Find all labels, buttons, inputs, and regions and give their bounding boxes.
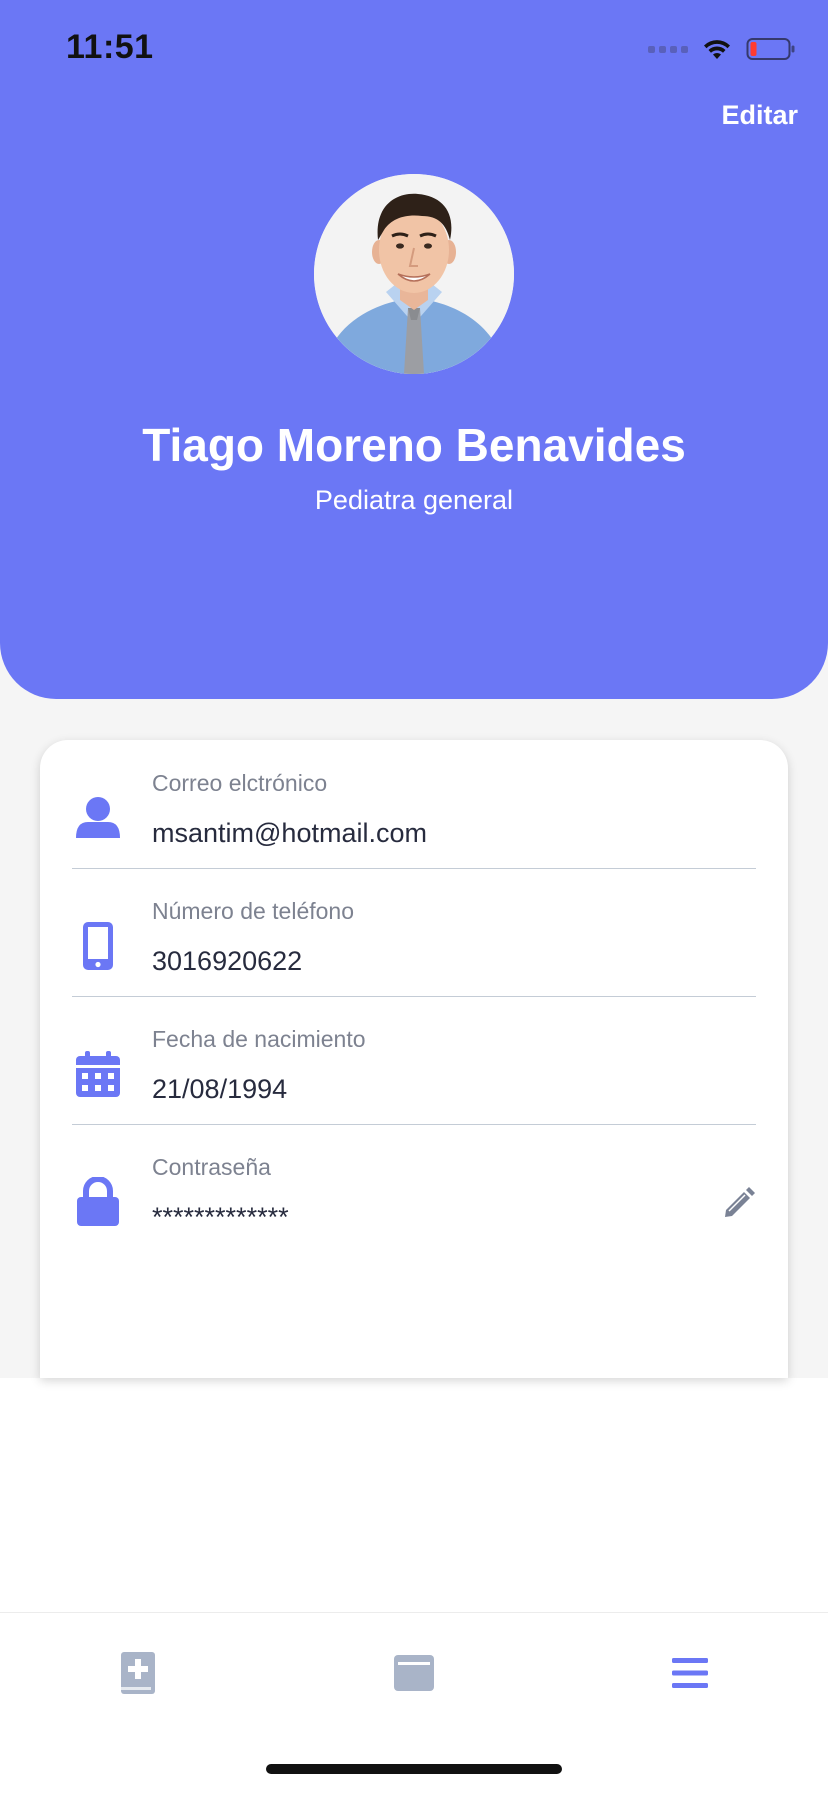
status-icons bbox=[648, 34, 796, 64]
birthdate-row: Fecha de nacimiento 21/08/1994 bbox=[72, 996, 756, 1125]
battery-icon bbox=[746, 38, 795, 60]
tab-medical[interactable] bbox=[108, 1643, 168, 1703]
phone-value: 3016920622 bbox=[152, 946, 303, 976]
signal-icon bbox=[648, 45, 688, 53]
email-value: msantim@hotmail.com bbox=[152, 818, 427, 848]
wifi-icon bbox=[704, 40, 730, 59]
phone-label: Número de teléfono bbox=[152, 898, 355, 924]
phone-row: Número de teléfono 3016920622 bbox=[72, 868, 756, 997]
edit-button[interactable]: Editar bbox=[721, 100, 798, 131]
menu-icon bbox=[672, 1658, 708, 1688]
user-icon bbox=[72, 792, 124, 844]
avatar bbox=[314, 174, 514, 374]
card-icon bbox=[394, 1655, 434, 1691]
medical-book-icon bbox=[121, 1652, 155, 1694]
tab-menu[interactable] bbox=[660, 1643, 720, 1703]
phone-icon bbox=[72, 920, 124, 972]
email-label: Correo elctrónico bbox=[152, 770, 328, 796]
profile-header: 11:51 Editar Tiago Moreno Benavides Pedi… bbox=[0, 0, 828, 699]
password-value: ************* bbox=[152, 1202, 289, 1232]
pencil-icon[interactable] bbox=[722, 1186, 756, 1220]
lock-icon bbox=[72, 1176, 124, 1228]
profile-details-card: Correo elctrónico msantim@hotmail.com Nú… bbox=[40, 740, 788, 1378]
email-row: Correo elctrónico msantim@hotmail.com bbox=[72, 740, 756, 869]
password-label: Contraseña bbox=[152, 1154, 271, 1180]
password-row: Contraseña ************* bbox=[72, 1124, 756, 1252]
profile-name: Tiago Moreno Benavides bbox=[142, 419, 686, 471]
birthdate-value: 21/08/1994 bbox=[152, 1074, 288, 1104]
calendar-icon bbox=[72, 1048, 124, 1100]
tab-card[interactable] bbox=[384, 1643, 444, 1703]
status-time: 11:51 bbox=[66, 28, 154, 66]
home-indicator bbox=[266, 1764, 562, 1774]
birthdate-label: Fecha de nacimiento bbox=[152, 1026, 366, 1052]
profile-role: Pediatra general bbox=[314, 485, 514, 515]
